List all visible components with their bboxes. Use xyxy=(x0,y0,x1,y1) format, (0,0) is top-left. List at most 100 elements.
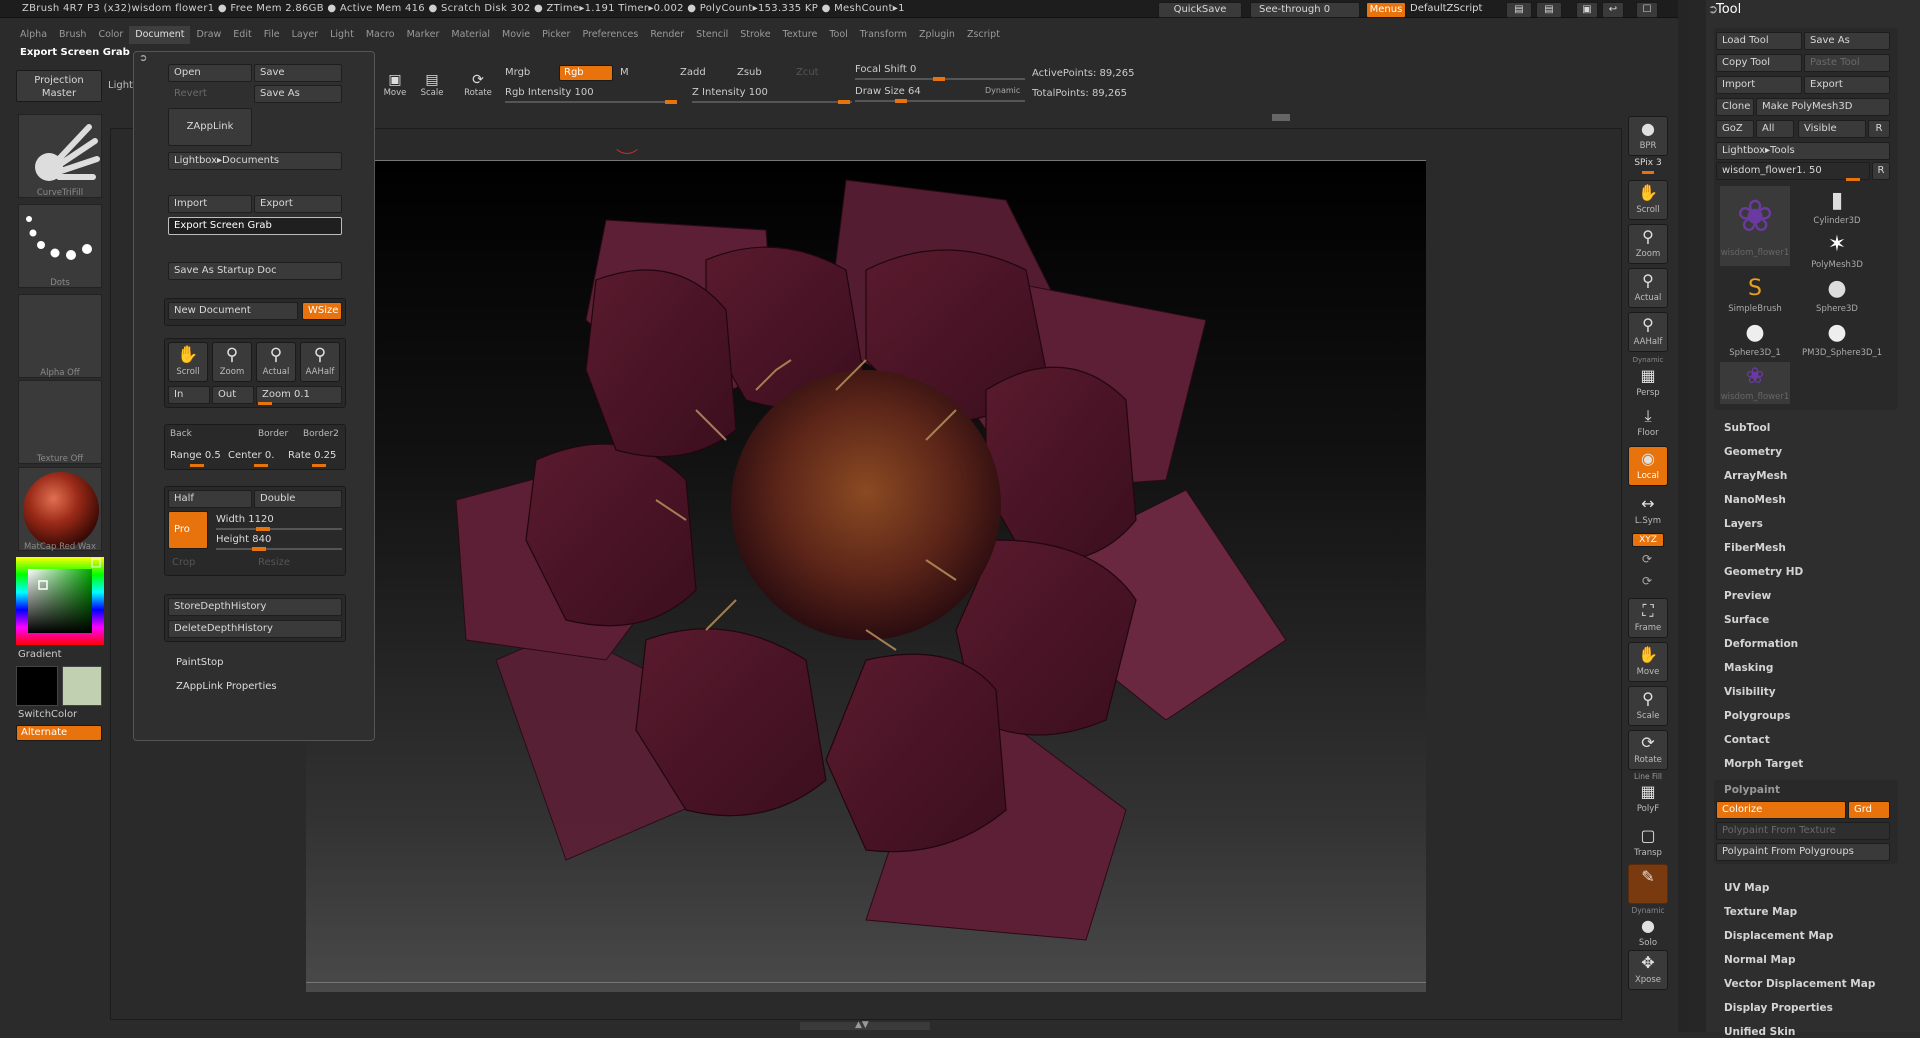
section-displacement-map[interactable]: Displacement Map xyxy=(1724,930,1833,942)
tool-export-button[interactable]: Export xyxy=(1804,76,1890,94)
material-thumbnail[interactable] xyxy=(18,467,102,551)
tool-item[interactable]: ● Sphere3D xyxy=(1802,274,1872,316)
open-button[interactable]: Open xyxy=(168,64,252,82)
focal-shift-knob[interactable] xyxy=(933,77,945,81)
seethrough-slider[interactable]: See-through 0 xyxy=(1250,2,1360,18)
xpose-button[interactable]: ✥ Xpose xyxy=(1628,950,1668,990)
tool-item[interactable]: ● Sphere3D_1 xyxy=(1720,318,1790,360)
all-button[interactable]: All xyxy=(1756,120,1794,138)
menu-document[interactable]: Document xyxy=(129,26,191,44)
current-tool-knob[interactable] xyxy=(1846,178,1860,181)
tool-item[interactable]: ▮ Cylinder3D xyxy=(1802,186,1872,228)
gradient-label[interactable]: Gradient xyxy=(18,649,62,660)
alpha-thumbnail[interactable] xyxy=(18,294,102,378)
menu-stroke[interactable]: Stroke xyxy=(734,26,776,44)
width-knob[interactable] xyxy=(256,527,270,531)
menu-render[interactable]: Render xyxy=(644,26,690,44)
section-layers[interactable]: Layers xyxy=(1724,518,1763,530)
zoom-button[interactable]: ⚲ Zoom xyxy=(212,342,252,382)
frame-button[interactable]: ⛶ Frame xyxy=(1628,598,1668,638)
spix-slider[interactable]: SPix 3 xyxy=(1628,158,1668,168)
center-slider[interactable]: Center 0. xyxy=(228,450,274,461)
paintstop-button[interactable]: PaintStop xyxy=(176,657,223,668)
rgb-intensity-knob[interactable] xyxy=(665,100,677,104)
zsub-button[interactable]: Zsub xyxy=(737,67,762,78)
pin-icon[interactable]: ➲ xyxy=(139,53,147,64)
goz-button[interactable]: GoZ xyxy=(1716,120,1754,138)
aahalf-button[interactable]: ⚲ AAHalf xyxy=(300,342,340,382)
projection-master-button[interactable]: Projection Master xyxy=(16,70,102,102)
make-polymesh-button[interactable]: Make PolyMesh3D xyxy=(1756,98,1890,116)
save-button[interactable]: Save xyxy=(254,64,342,82)
range-slider[interactable]: Range 0.5 xyxy=(170,450,221,461)
rotate-z-icon[interactable]: ⟳ xyxy=(1642,574,1652,588)
quicksave-button[interactable]: QuickSave xyxy=(1158,2,1242,18)
menu-draw[interactable]: Draw xyxy=(190,26,227,44)
delete-depth-history-button[interactable]: DeleteDepthHistory xyxy=(168,620,342,638)
menu-macro[interactable]: Macro xyxy=(360,26,401,44)
zcut-button[interactable]: Zcut xyxy=(796,67,819,78)
pro-button[interactable]: Pro xyxy=(168,511,208,549)
section-masking[interactable]: Masking xyxy=(1724,662,1773,674)
polypaint-section[interactable]: Polypaint xyxy=(1724,784,1780,796)
menu-transform[interactable]: Transform xyxy=(854,26,913,44)
scale-button[interactable]: ▤ Scale xyxy=(415,72,449,98)
back-color[interactable]: Back xyxy=(170,429,192,439)
section-vector-displacement-map[interactable]: Vector Displacement Map xyxy=(1724,978,1875,990)
stroke-thumbnail[interactable] xyxy=(18,204,102,288)
switch-color-button[interactable]: SwitchColor xyxy=(18,709,77,720)
save-startup-doc-button[interactable]: Save As Startup Doc xyxy=(168,262,342,280)
transp-button[interactable]: ▢ Transp xyxy=(1628,824,1668,864)
menu-stencil[interactable]: Stencil xyxy=(690,26,734,44)
dock-actual-button[interactable]: ⚲ Actual xyxy=(1628,268,1668,308)
section-nanomesh[interactable]: NanoMesh xyxy=(1724,494,1786,506)
scroll-handle[interactable] xyxy=(1272,114,1290,121)
load-tool-button[interactable]: Load Tool xyxy=(1716,32,1802,50)
export-button[interactable]: Export xyxy=(254,195,342,213)
secondary-color-swatch[interactable] xyxy=(62,666,102,706)
section-deformation[interactable]: Deformation xyxy=(1724,638,1798,650)
tool-item[interactable]: S SimpleBrush xyxy=(1720,274,1790,316)
lock-icon[interactable]: ☐ xyxy=(1636,2,1658,18)
wsize-button[interactable]: WSize xyxy=(302,302,342,320)
double-button[interactable]: Double xyxy=(254,490,342,508)
section-arraymesh[interactable]: ArrayMesh xyxy=(1724,470,1787,482)
window-icon[interactable]: ▣ xyxy=(1576,2,1598,18)
xyz-button[interactable]: XYZ xyxy=(1632,533,1664,547)
range-knob[interactable] xyxy=(190,464,204,467)
zapplink-properties-button[interactable]: ZAppLink Properties xyxy=(176,681,277,692)
layout2-icon[interactable]: ▤ xyxy=(1536,2,1562,18)
move-button[interactable]: ▣ Move xyxy=(378,72,412,98)
rgb-button[interactable]: Rgb xyxy=(559,65,613,81)
tool-item[interactable]: ● PM3D_Sphere3D_1 xyxy=(1802,318,1882,360)
scroll-button[interactable]: ✋ Scroll xyxy=(168,342,208,382)
menu-preferences[interactable]: Preferences xyxy=(576,26,644,44)
center-knob[interactable] xyxy=(254,464,268,467)
section-subtool[interactable]: SubTool xyxy=(1724,422,1770,434)
section-preview[interactable]: Preview xyxy=(1724,590,1771,602)
zoom-out-button[interactable]: Out xyxy=(212,386,254,404)
zadd-button[interactable]: Zadd xyxy=(680,67,706,78)
texture-thumbnail[interactable] xyxy=(18,380,102,464)
section-geometry[interactable]: Geometry xyxy=(1724,446,1782,458)
tool-item[interactable]: ✶ PolyMesh3D xyxy=(1802,230,1872,272)
ghost-button[interactable]: ✎ xyxy=(1628,864,1668,904)
visible-button[interactable]: Visible xyxy=(1798,120,1866,138)
dock-scale-button[interactable]: ⚲ Scale xyxy=(1628,686,1668,726)
lightbox-tools-button[interactable]: Lightbox▸Tools xyxy=(1716,142,1890,160)
new-document-button[interactable]: New Document xyxy=(168,302,298,320)
save-as-button[interactable]: Save As xyxy=(254,85,342,103)
actual-button[interactable]: ⚲ Actual xyxy=(256,342,296,382)
revert-button[interactable]: Revert xyxy=(168,85,252,103)
rate-slider[interactable]: Rate 0.25 xyxy=(288,450,336,461)
main-color-swatch[interactable] xyxy=(16,666,58,706)
section-unified-skin[interactable]: Unified Skin xyxy=(1724,1026,1795,1038)
width-slider[interactable]: Width 1120 xyxy=(216,514,274,525)
polyf-button[interactable]: ▦ PolyF xyxy=(1628,780,1668,820)
section-display-properties[interactable]: Display Properties xyxy=(1724,1002,1833,1014)
menu-edit[interactable]: Edit xyxy=(227,26,257,44)
menu-texture[interactable]: Texture xyxy=(777,26,824,44)
zoom-in-button[interactable]: In xyxy=(168,386,210,404)
border2-color[interactable]: Border2 xyxy=(303,429,339,439)
height-slider[interactable]: Height 840 xyxy=(216,534,271,545)
